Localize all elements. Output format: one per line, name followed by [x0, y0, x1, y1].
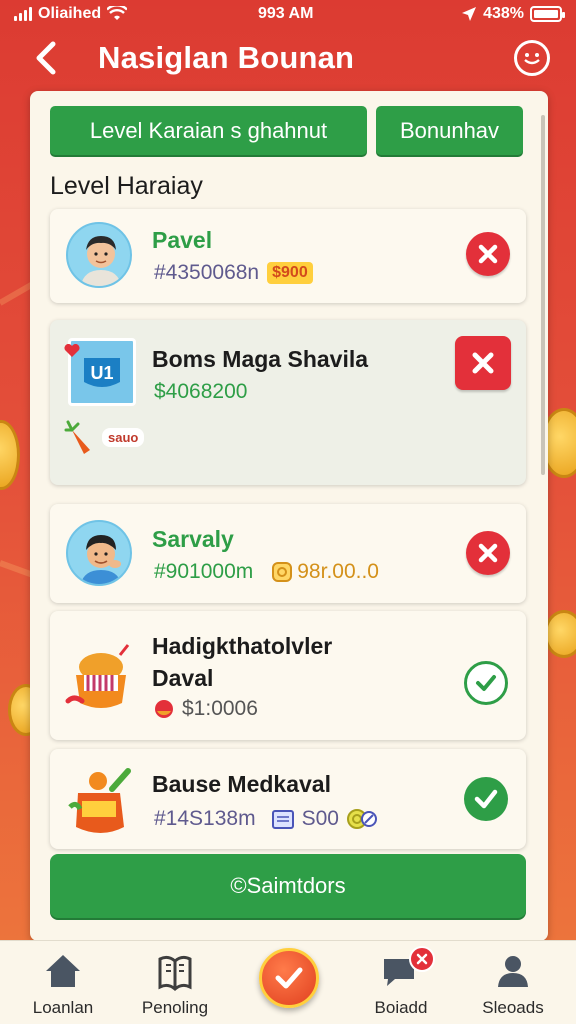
- amount-badge: $900: [267, 262, 313, 284]
- list-item[interactable]: Hadigkthatolvler Daval $1:0006: [50, 611, 526, 740]
- potion-icon: [68, 768, 131, 833]
- home-icon: [46, 955, 80, 987]
- avatar: [66, 222, 132, 288]
- check-circle-icon: [275, 967, 303, 989]
- nav-item-profile[interactable]: Sleoads: [458, 941, 568, 1024]
- item-detail: $1:0006: [154, 697, 258, 721]
- location-icon: [462, 7, 477, 21]
- app-header: Nasiglan Bounan: [0, 30, 576, 86]
- smiley-menu-icon: [524, 53, 540, 65]
- close-icon: [478, 543, 498, 563]
- close-icon: [416, 953, 428, 965]
- scrollbar[interactable]: [541, 115, 545, 475]
- nav-item-home[interactable]: Loanlan: [8, 941, 118, 1024]
- item-name: Hadigkthatolvler: [152, 633, 333, 659]
- list-item[interactable]: U1 Boms Maga Shavila $4068200 sauo: [50, 320, 526, 485]
- book-icon: [158, 955, 192, 991]
- nav-item-messages[interactable]: Boiadd: [346, 941, 456, 1024]
- confirm-fab-button[interactable]: [259, 948, 319, 1008]
- coin-decoration: [544, 610, 576, 658]
- tag: sauo: [64, 420, 145, 454]
- approve-button[interactable]: [464, 661, 508, 705]
- carrier-label: Oliaihed: [38, 5, 102, 22]
- nav-label: Penoling: [141, 998, 209, 1017]
- tab-bar: Level Karaian s ghahnut Bonunhav: [50, 106, 524, 155]
- page-title: Nasiglan Bounan: [98, 40, 355, 75]
- coin-icon: [272, 562, 293, 582]
- check-icon: [476, 675, 496, 691]
- close-icon: [478, 244, 498, 264]
- chevron-left-icon: [36, 41, 56, 75]
- tag-label: sauo: [102, 427, 145, 447]
- user-icon: [498, 956, 528, 987]
- avatar: [66, 520, 132, 586]
- reject-button[interactable]: [466, 531, 510, 575]
- section-title: Level Haraiay: [50, 172, 203, 200]
- item-name: Sarvaly: [152, 526, 234, 552]
- item-detail: #4350068n $900: [154, 261, 313, 285]
- list-item[interactable]: Pavel #4350068n $900: [50, 209, 526, 303]
- signal-icon: [14, 7, 32, 21]
- item-id: #901000m: [154, 560, 254, 583]
- clock: 993 AM: [258, 5, 314, 22]
- main-panel: Level Karaian s ghahnut Bonunhav Level H…: [30, 91, 548, 941]
- battery-icon: [530, 6, 565, 22]
- item-extra: S00: [301, 807, 339, 830]
- list-item[interactable]: Bause Medkaval #14S138m S00: [50, 749, 526, 849]
- nav-label: Loanlan: [32, 998, 94, 1017]
- menu-button[interactable]: [514, 40, 550, 76]
- status-bar: Oliaihed 993 AM 438%: [0, 0, 576, 28]
- item-subname: Daval: [152, 665, 214, 691]
- back-button[interactable]: [26, 38, 66, 78]
- item-detail: $4068200: [154, 380, 248, 403]
- item-id: #14S138m: [154, 807, 256, 830]
- gift-boat-icon: [65, 644, 130, 708]
- nav-item-pending[interactable]: Penoling: [120, 941, 230, 1024]
- item-id: #4350068n: [154, 261, 260, 284]
- wifi-icon: [107, 6, 128, 20]
- coin-decoration: [0, 420, 20, 490]
- nav-label: Sleoads: [482, 998, 544, 1017]
- tab-bonus[interactable]: Bonunhav: [376, 106, 523, 155]
- item-name: Bause Medkaval: [152, 771, 331, 797]
- item-id: $1:0006: [182, 697, 258, 720]
- item-detail: #14S138m S00: [154, 807, 377, 831]
- battery-percent: 438%: [483, 5, 524, 22]
- submit-button[interactable]: ©Saimtdors: [50, 854, 526, 918]
- reject-button[interactable]: [466, 232, 510, 276]
- approve-button[interactable]: [464, 777, 508, 821]
- heart-icon: [64, 344, 80, 357]
- check-icon: [474, 789, 498, 809]
- close-icon: [472, 352, 494, 374]
- coins-icon: [346, 809, 377, 829]
- carrot-icon: [64, 420, 90, 454]
- reject-button[interactable]: [455, 336, 511, 390]
- fire-badge-icon: [155, 700, 173, 718]
- tab-level[interactable]: Level Karaian s ghahnut: [50, 106, 367, 155]
- coin-amount: 98r.00..0: [271, 560, 379, 584]
- notification-badge: [409, 946, 435, 972]
- item-name: Boms Maga Shavila: [152, 346, 369, 372]
- svg-text:U1: U1: [90, 363, 113, 383]
- item-detail: #901000m 98r.00..0: [154, 560, 379, 584]
- calendar-icon: [271, 810, 294, 829]
- item-name: Pavel: [152, 227, 213, 253]
- nav-label: Boiadd: [374, 998, 428, 1017]
- list-item[interactable]: Sarvaly #901000m 98r.00..0: [50, 504, 526, 603]
